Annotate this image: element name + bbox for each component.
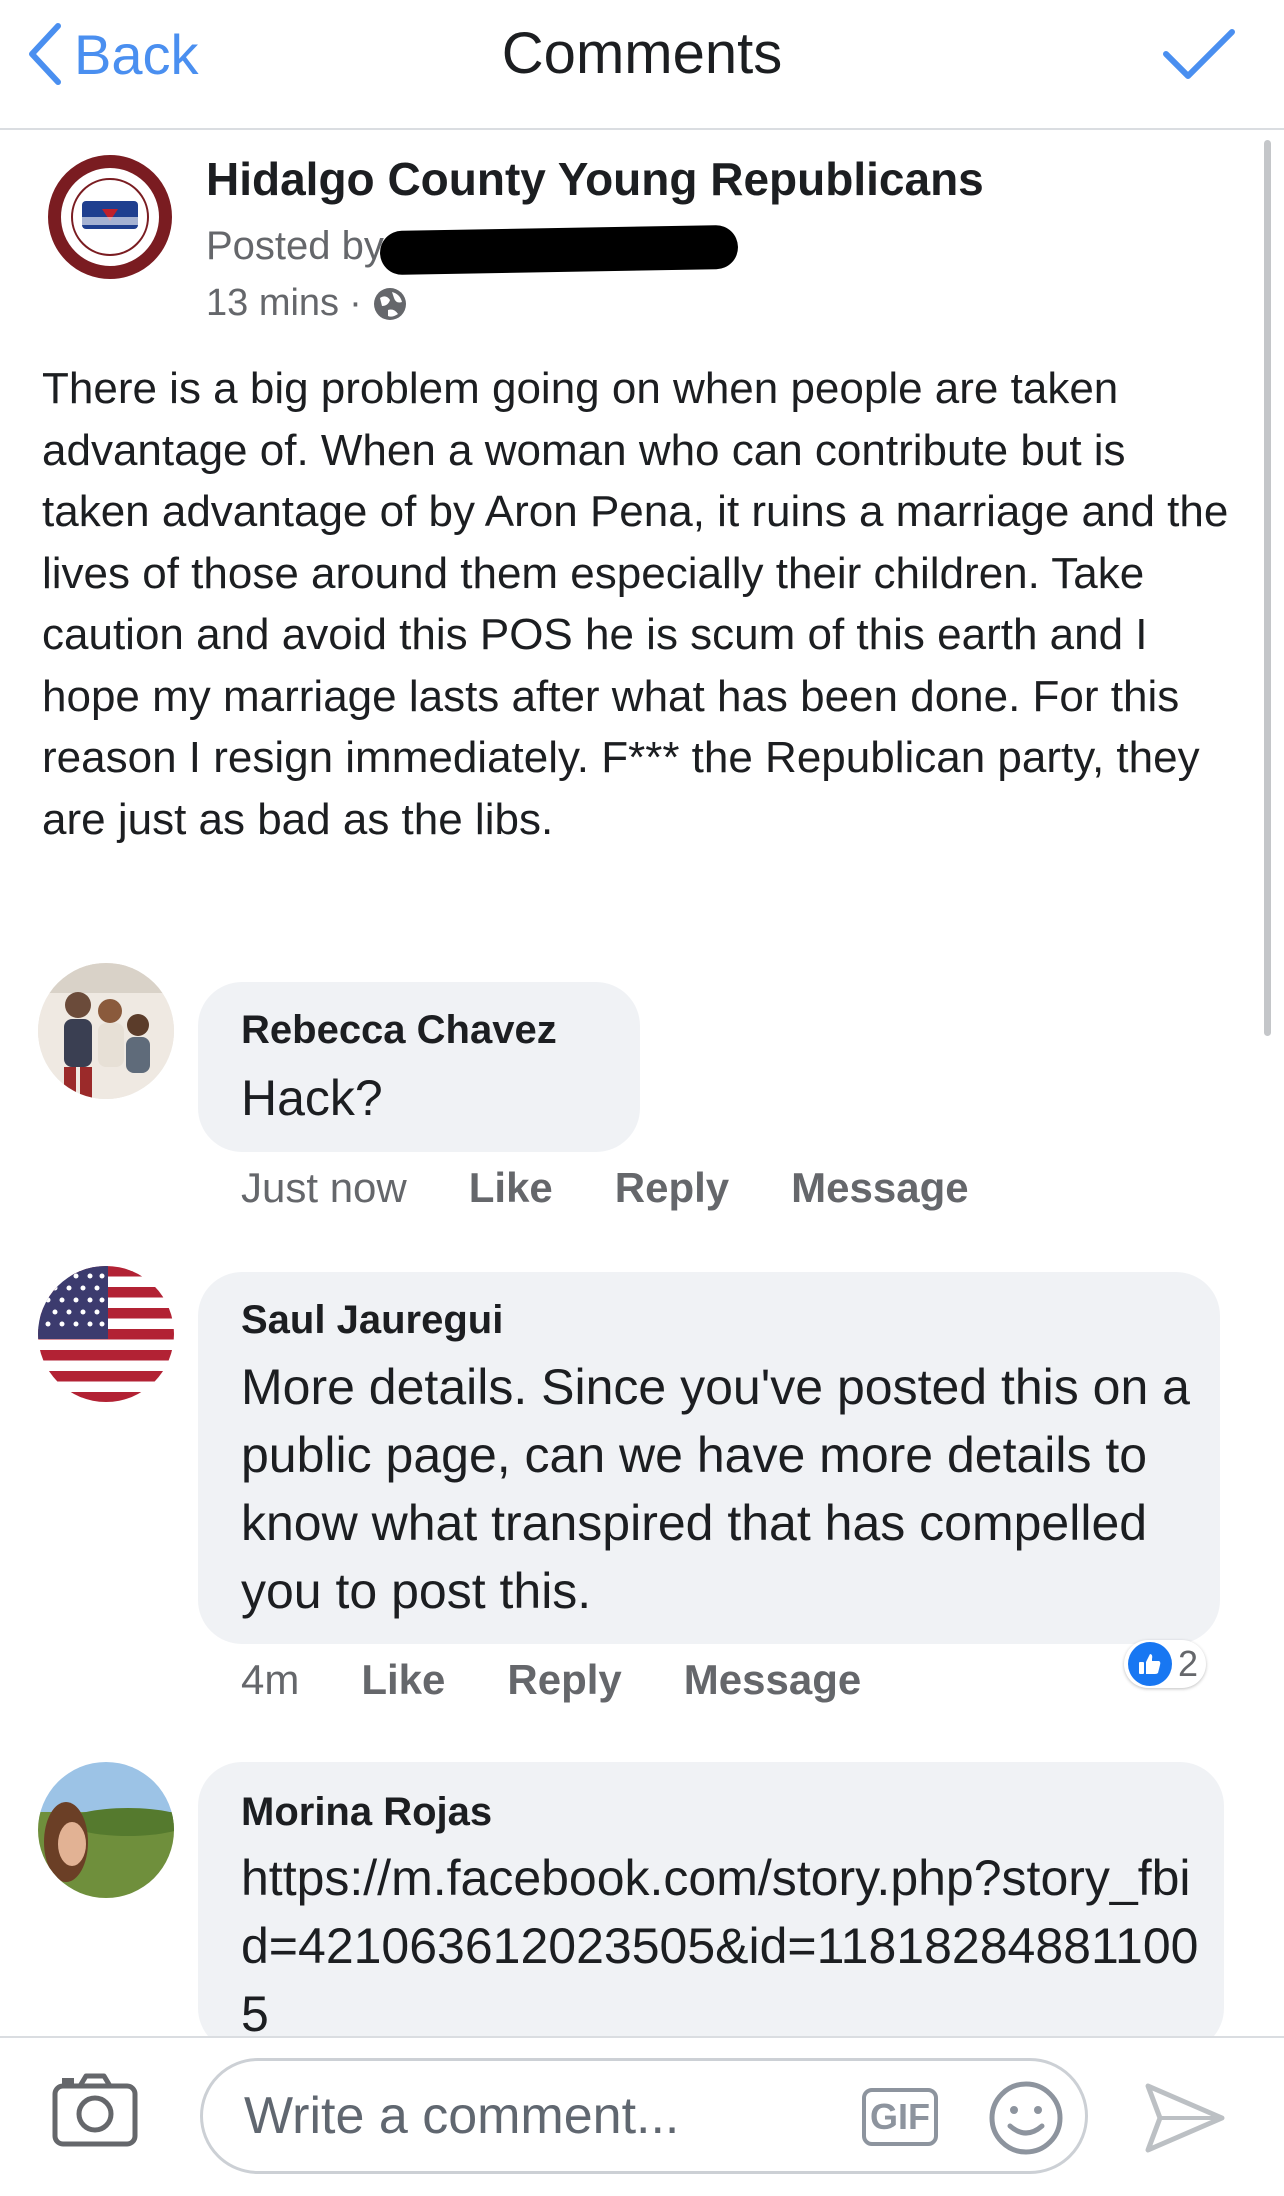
message-button[interactable]: Message	[684, 1656, 861, 1704]
comment-author[interactable]: Rebecca Chavez	[241, 1008, 557, 1053]
comment-text: More details. Since you've posted this o…	[241, 1359, 1190, 1619]
reply-button[interactable]: Reply	[507, 1656, 621, 1704]
done-button[interactable]	[1162, 28, 1236, 85]
flag-profile-photo	[38, 1266, 174, 1402]
reaction-badge[interactable]: 2	[1124, 1640, 1207, 1688]
post-meta: 13 mins ·	[206, 282, 408, 325]
posted-by-label: Posted by	[206, 224, 384, 268]
comment-actions: 4m Like Reply Message	[241, 1656, 923, 1704]
emoji-icon[interactable]	[988, 2080, 1064, 2161]
redaction-mark	[379, 224, 739, 276]
page-avatar[interactable]	[48, 155, 172, 279]
reaction-count: 2	[1178, 1643, 1199, 1684]
comment-time: 4m	[241, 1656, 300, 1703]
meta-separator: ·	[349, 282, 362, 324]
comment-author[interactable]: Morina Rojas	[241, 1790, 492, 1835]
message-button[interactable]: Message	[791, 1164, 968, 1212]
comment-actions: Just now Like Reply Message	[241, 1164, 1031, 1212]
avatar[interactable]	[38, 963, 174, 1099]
avatar[interactable]	[38, 1762, 174, 1898]
profile-photo	[38, 963, 174, 1099]
page-name[interactable]: Hidalgo County Young Republicans	[206, 152, 984, 206]
profile-photo	[38, 1762, 174, 1898]
page-logo-icon	[51, 158, 169, 276]
comment-input[interactable]	[244, 2086, 824, 2146]
gif-button[interactable]: GIF	[862, 2088, 938, 2146]
scrollbar[interactable]	[1264, 140, 1271, 1036]
send-icon[interactable]	[1144, 2082, 1226, 2159]
comment-text: Hack?	[241, 1070, 383, 1126]
reply-button[interactable]: Reply	[615, 1164, 729, 1212]
comment-author[interactable]: Saul Jauregui	[241, 1298, 503, 1343]
avatar[interactable]	[38, 1266, 174, 1402]
page-title: Comments	[501, 21, 783, 86]
post-time[interactable]: 13 mins	[206, 282, 339, 325]
thumbs-up-icon	[1128, 1642, 1172, 1686]
checkmark-icon	[1163, 29, 1235, 79]
comment-link[interactable]: https://m.facebook.com/story.php?story_f…	[241, 1844, 1201, 2048]
camera-icon[interactable]	[52, 2072, 138, 2153]
like-button[interactable]: Like	[361, 1656, 445, 1704]
comment-time: Just now	[241, 1164, 407, 1211]
globe-icon	[373, 287, 406, 320]
post-body: There is a big problem going on when peo…	[42, 364, 1229, 844]
like-button[interactable]: Like	[469, 1164, 553, 1212]
